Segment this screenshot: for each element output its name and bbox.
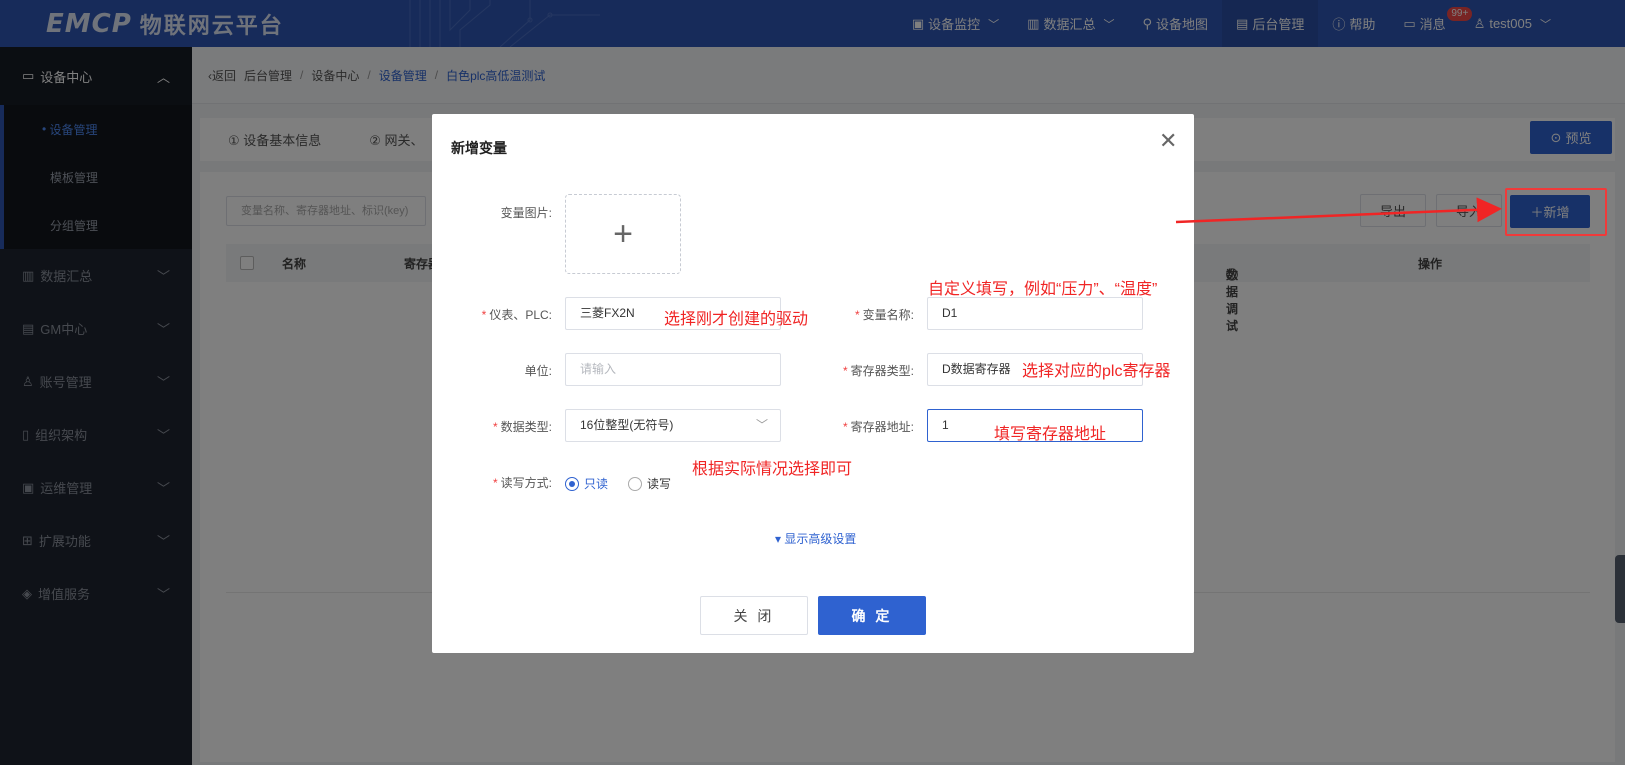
radio-read-only[interactable]: 只读 [565, 475, 608, 492]
chevron-down-icon: ﹀ [755, 418, 768, 432]
label-text: 变量名称: [862, 308, 914, 322]
dialog-title: 新增变量 [451, 140, 507, 156]
advanced-label: 显示高级设置 [784, 532, 857, 546]
label-register-addr: * 寄存器地址: [794, 418, 914, 435]
label-text: 寄存器地址: [850, 420, 914, 434]
data-type-select[interactable]: 16位整型(无符号) ﹀ [565, 409, 781, 442]
required-mark: * [481, 308, 487, 322]
close-icon[interactable]: ✕ [1159, 128, 1177, 154]
confirm-button[interactable]: 确 定 [818, 596, 926, 635]
var-name-input[interactable]: D1 [927, 297, 1143, 330]
plus-icon: + [613, 214, 633, 253]
label-image: 变量图片: [500, 206, 552, 220]
label-plc: * 仪表、PLC: [452, 306, 552, 323]
label-text: 数据类型: [500, 420, 552, 434]
label-text: 读写方式: [500, 476, 552, 490]
caret-down-icon: ▾ [775, 532, 785, 546]
unit-input[interactable]: 请输入 [565, 353, 781, 386]
required-mark: * [842, 364, 848, 378]
required-mark: * [842, 420, 848, 434]
show-advanced-toggle[interactable]: ▾ 显示高级设置 [775, 530, 856, 547]
rw-mode-radio-group: 只读 读写 [565, 475, 671, 492]
add-variable-dialog: 新增变量 ✕ 变量图片: + * 仪表、PLC: 三菱FX2N * 变量名称: D1… [432, 114, 1194, 653]
label-rw-mode: * 读写方式: [452, 474, 552, 491]
image-upload[interactable]: + [565, 194, 681, 274]
radio-label: 只读 [584, 477, 609, 491]
radio-dot [565, 476, 579, 491]
label-text: 寄存器类型: [850, 364, 914, 378]
label-data-type: * 数据类型: [452, 418, 552, 435]
required-mark: * [492, 476, 498, 490]
annotation-register-type: 选择对应的plc寄存器 [1022, 363, 1171, 380]
radio-label: 读写 [647, 477, 672, 491]
add-button-highlight [1505, 188, 1607, 236]
annotation-plc: 选择刚才创建的驱动 [664, 311, 809, 328]
annotation-register-addr: 填写寄存器地址 [994, 426, 1107, 443]
radio-read-write[interactable]: 读写 [628, 475, 671, 492]
label-text: 仪表、PLC: [489, 308, 552, 322]
select-value: 16位整型(无符号) [580, 418, 674, 432]
annotation-var-name: 自定义填写，例如“压力”、“温度” [928, 281, 1158, 298]
required-mark: * [492, 420, 498, 434]
side-handle[interactable] [1615, 555, 1625, 623]
label-register-type: * 寄存器类型: [794, 362, 914, 379]
label-var-name: * 变量名称: [814, 306, 914, 323]
label-unit: 单位: [524, 364, 552, 378]
required-mark: * [854, 308, 860, 322]
annotation-rw-mode: 根据实际情况选择即可 [692, 461, 853, 478]
radio-dot [628, 476, 643, 491]
close-button[interactable]: 关 闭 [700, 596, 808, 635]
